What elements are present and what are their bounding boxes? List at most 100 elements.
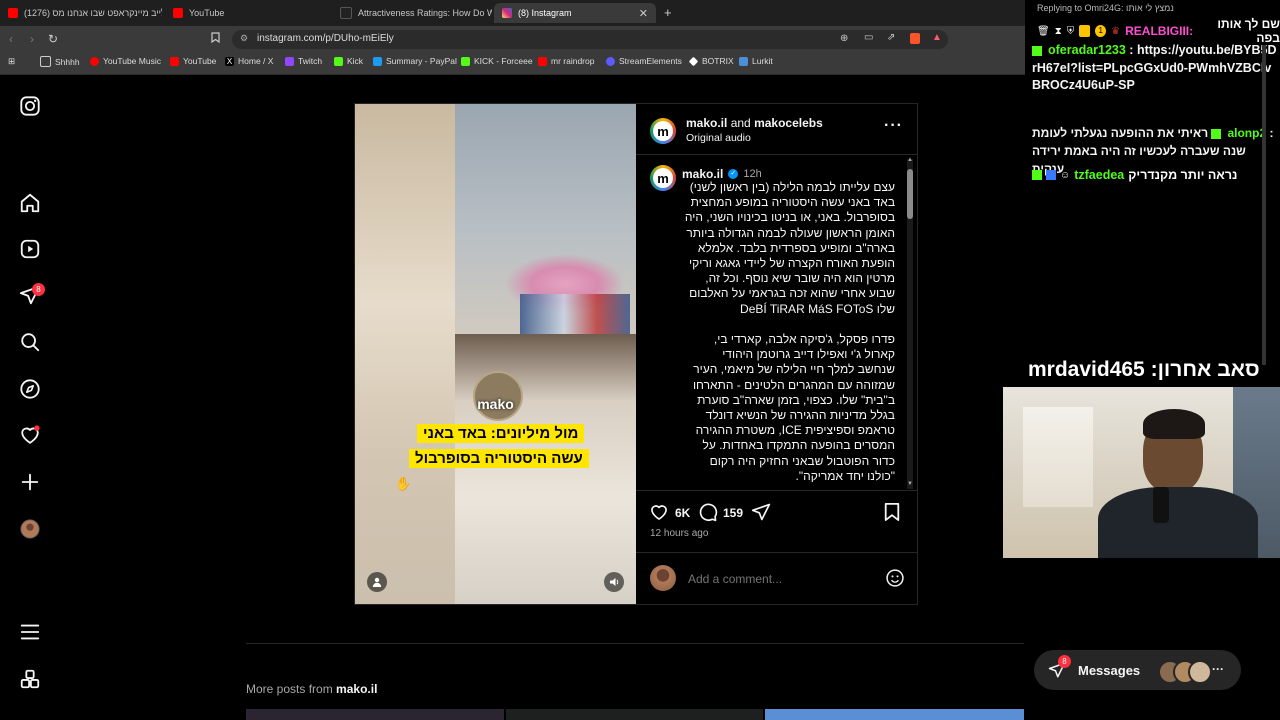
microphone-icon [1153, 487, 1169, 523]
dancers-crowd [455, 334, 636, 604]
kick-badge-icon [1032, 45, 1042, 56]
tab-title: (1276) לייב מיינקראפט שבו אנחנו מס [24, 8, 162, 18]
like-icon[interactable] [649, 502, 669, 527]
coauthor-link[interactable]: makocelebs [754, 116, 823, 130]
address-bar[interactable]: ⚙ instagram.com/p/DUho-mEiEly ⊕ ▭ ⇗ ▲ [232, 30, 948, 49]
author-avatar[interactable]: m [650, 118, 676, 144]
bookmark-item[interactable]: YouTube Music [90, 56, 161, 66]
search-icon[interactable] [19, 331, 41, 353]
back-icon[interactable]: ‹ [9, 32, 13, 46]
chat-text: נראה יותר מקנדריק [1128, 168, 1238, 182]
bookmark-item[interactable]: Lurkit [739, 56, 773, 66]
apps-icon[interactable]: ⊞ [8, 56, 15, 67]
bookmark-item[interactable]: KICK - Forceee [461, 56, 533, 66]
home-icon[interactable] [19, 192, 41, 214]
also-from-meta-icon[interactable] [19, 668, 41, 690]
more-post-thumbnail[interactable] [765, 709, 1024, 720]
messages-button[interactable]: 8 Messages ··· [1034, 650, 1241, 690]
author-link[interactable]: mako.il [686, 116, 727, 130]
paypal-icon [373, 56, 382, 66]
crown-icon: ♛ [1111, 25, 1121, 37]
browser-tab[interactable]: YouTube [165, 3, 330, 23]
reels-icon[interactable] [19, 238, 41, 260]
bookmark-label: StreamElements [619, 56, 682, 66]
profile-avatar[interactable] [19, 518, 41, 540]
more-post-thumbnail[interactable] [246, 709, 504, 720]
bookmark-label: YouTube Music [103, 56, 161, 66]
post-header: m mako.il and makocelebs Original audio … [636, 104, 917, 155]
browser-tab-active[interactable]: (8) Instagram ✕ [494, 3, 656, 23]
explore-icon[interactable] [19, 378, 41, 400]
instagram-logo-icon[interactable] [19, 95, 41, 117]
volume-icon[interactable] [604, 572, 624, 592]
more-menu-icon[interactable] [19, 621, 41, 643]
shield-icon: ⛨ [1066, 25, 1075, 37]
bookmark-item[interactable]: Summary - PayPal [373, 56, 457, 66]
botrix-icon [688, 56, 699, 66]
share-icon[interactable]: ⇗ [887, 32, 895, 43]
bookmark-item[interactable]: mr raindrop [538, 56, 594, 66]
brave-shield-icon[interactable] [910, 33, 920, 44]
comment-count[interactable]: 159 [723, 506, 743, 520]
messages-badge: 8 [1058, 655, 1071, 668]
create-plus-icon[interactable] [19, 471, 41, 493]
more-post-thumbnail[interactable] [506, 709, 763, 720]
close-tab-icon[interactable]: ✕ [639, 7, 648, 20]
bookmark-item[interactable]: Shhhh [40, 56, 80, 67]
bookmark-item[interactable]: StreamElements [606, 56, 682, 66]
bookmark-item[interactable]: Twitch [285, 56, 322, 66]
tagged-users-icon[interactable] [367, 572, 387, 592]
forward-icon[interactable]: › [30, 32, 34, 46]
bookmark-page-icon[interactable] [211, 32, 220, 46]
scrollbar-thumb[interactable] [907, 169, 913, 219]
more-posts-author-link[interactable]: mako.il [336, 682, 377, 696]
bookmarks-bar: ⊞ Shhhh YouTube Music YouTube X Home / X … [0, 52, 1025, 75]
comment-input[interactable] [686, 570, 870, 588]
bookmark-label: BOTRIX [702, 56, 734, 66]
bookmark-item[interactable]: BOTRIX [688, 56, 734, 66]
trash-icon: 🗑 [1037, 25, 1050, 37]
browser-tab[interactable]: Attractiveness Ratings: How Do We M [332, 3, 492, 23]
chat-badges: 🗑 ⧗ ⛨ 1 ♛ REALBIGIII: שם לך אותו בפה [1037, 17, 1280, 45]
emoji-icon[interactable] [885, 568, 905, 593]
webcam-streamer-shirt [1098, 487, 1258, 558]
like-count[interactable]: 6K [675, 506, 690, 520]
reply-username: REALBIGIII: [1125, 24, 1194, 38]
kick-badge-icon [1211, 128, 1222, 139]
comment-icon[interactable] [698, 502, 718, 527]
webcam-streamer-hair [1143, 409, 1205, 439]
bookmark-label: Kick [347, 56, 364, 66]
youtube-icon [173, 8, 183, 18]
audio-link[interactable]: Original audio [686, 132, 751, 144]
zoom-icon[interactable]: ⊕ [840, 33, 848, 44]
bookmark-item[interactable]: YouTube [170, 56, 216, 66]
share-icon[interactable] [751, 502, 771, 527]
site-info-icon[interactable]: ⚙ [240, 33, 248, 44]
and-text: and [730, 116, 751, 130]
media-icon[interactable]: ▭ [864, 32, 873, 43]
bookmark-item[interactable]: X Home / X [225, 56, 273, 66]
reel-video[interactable]: mako מול מיליונים: באד באני עשה היסטוריה… [355, 104, 636, 604]
chat-username: tzfaedea [1074, 168, 1125, 182]
reload-icon[interactable]: ↻ [48, 32, 58, 46]
notification-badge: 8 [32, 283, 45, 296]
tab-title: YouTube [189, 8, 225, 18]
caption-author-avatar[interactable]: m [650, 165, 676, 191]
divider [636, 490, 917, 491]
caption-author[interactable]: mako.il [682, 167, 723, 181]
mako-watermark: mako [477, 396, 514, 412]
more-options-icon[interactable]: ··· [884, 117, 903, 135]
brave-rewards-icon[interactable]: ▲ [932, 32, 942, 43]
chat-username: alonp2 [1227, 126, 1267, 140]
bookmark-label: Twitch [298, 56, 323, 66]
message-avatar [1188, 660, 1212, 684]
youtube-icon [538, 56, 547, 66]
bookmark-item[interactable]: Kick [334, 56, 363, 66]
browser-tab[interactable]: (1276) לייב מיינקראפט שבו אנחנו מס [0, 3, 162, 23]
save-bookmark-icon[interactable] [883, 502, 901, 527]
foreground-dancer [355, 104, 455, 604]
caption-scrollbar[interactable]: ▲ ▼ [907, 157, 913, 489]
new-tab-button[interactable]: + [664, 5, 672, 20]
notifications-heart-icon[interactable] [19, 424, 41, 446]
bookmark-label: Summary - PayPal [386, 56, 457, 66]
